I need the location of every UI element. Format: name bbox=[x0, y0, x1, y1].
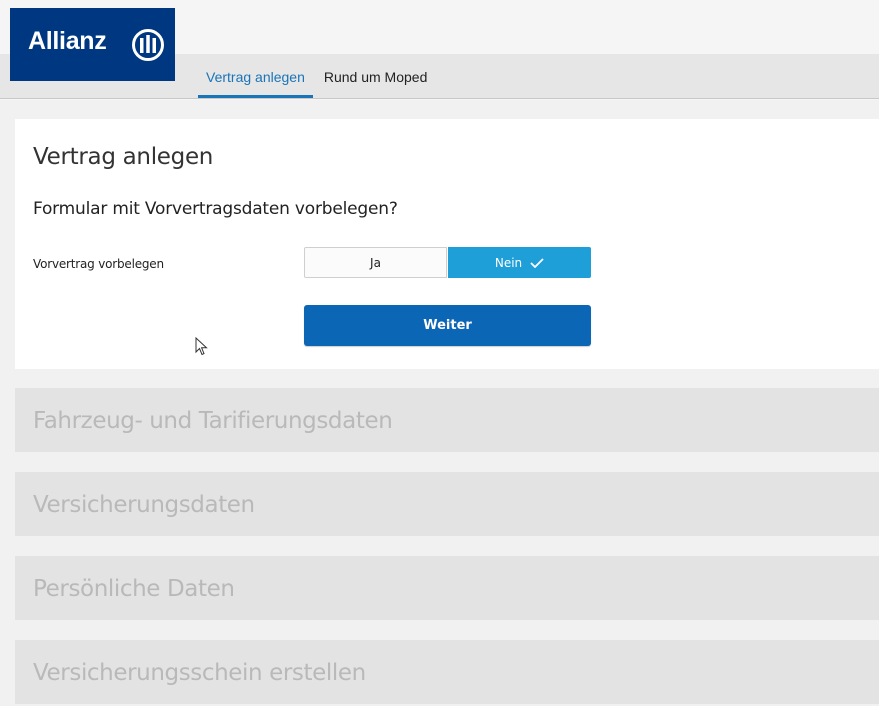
header: Allianz Vertrag anlegen Rund um Moped bbox=[0, 0, 879, 100]
form-question: Formular mit Vorvertragsdaten vorbelegen… bbox=[33, 199, 398, 219]
tab-rund-um-moped[interactable]: Rund um Moped bbox=[316, 54, 436, 98]
tab-vertrag-anlegen[interactable]: Vertrag anlegen bbox=[198, 54, 313, 98]
section-versicherungsschein[interactable]: Versicherungsschein erstellen bbox=[15, 640, 879, 704]
allianz-eagle-icon bbox=[132, 29, 164, 61]
main-tabs: Vertrag anlegen Rund um Moped bbox=[198, 54, 435, 99]
page-title: Vertrag anlegen bbox=[33, 144, 214, 170]
brand-name: Allianz bbox=[28, 27, 107, 55]
check-icon bbox=[530, 257, 544, 268]
section-versicherungsdaten[interactable]: Versicherungsdaten bbox=[15, 472, 879, 536]
mouse-pointer-icon bbox=[195, 337, 208, 356]
option-ja-button[interactable]: Ja bbox=[304, 247, 447, 278]
option-nein-label: Nein bbox=[494, 255, 523, 270]
option-nein-button[interactable]: Nein bbox=[448, 247, 591, 278]
section-fahrzeug-tarifierung[interactable]: Fahrzeug- und Tarifierungsdaten bbox=[15, 388, 879, 452]
weiter-button[interactable]: Weiter bbox=[304, 305, 591, 346]
option-ja-label: Ja bbox=[370, 255, 381, 270]
vertrag-anlegen-card: Vertrag anlegen Formular mit Vorvertrags… bbox=[15, 119, 879, 369]
allianz-logo[interactable]: Allianz bbox=[10, 8, 175, 81]
vorvertrag-label: Vorvertrag vorbelegen bbox=[33, 257, 164, 271]
section-persoenliche-daten[interactable]: Persönliche Daten bbox=[15, 556, 879, 620]
vorvertrag-toggle: Ja Nein bbox=[304, 247, 591, 279]
